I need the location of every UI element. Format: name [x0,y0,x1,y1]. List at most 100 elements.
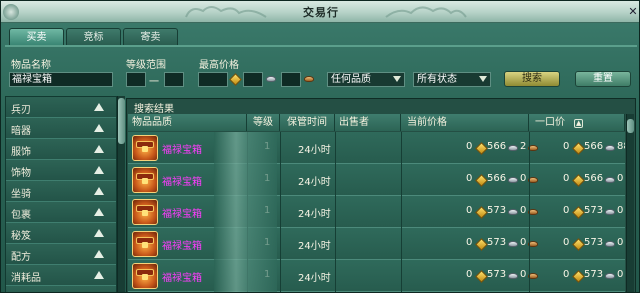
max-silver-input[interactable] [243,72,263,87]
level-range-label: 等级范围 [126,60,166,71]
column-header-level[interactable]: 等级 [247,114,280,131]
chest-lock [142,146,148,152]
treasure-chest-icon[interactable] [132,199,158,225]
current-silver: 566 [487,141,507,152]
tab-consign[interactable]: 寄卖 [123,28,178,45]
triangle-up-icon[interactable] [94,250,104,258]
column-header-buyout[interactable]: 一口价 ▲ [529,114,625,131]
current-copper: 0 [520,237,527,248]
column-separator [280,132,281,292]
current-silver: 573 [487,237,507,248]
buyout-silver: 573 [584,205,604,216]
buyout-copper: 0 [617,237,624,248]
treasure-chest-icon[interactable] [132,167,158,193]
buyout-gold: 0 [563,269,570,280]
row-background [128,164,625,195]
quality-value: 任何品质 [331,74,371,85]
title-bar[interactable]: 交易行 ✕ [1,1,639,23]
tab-buy-sell[interactable]: 买卖 [9,28,64,45]
silver-coin-icon [605,209,615,215]
triangle-up-icon[interactable] [94,103,104,111]
category-item[interactable]: 饰物 [6,160,116,181]
treasure-chest-icon[interactable] [132,263,158,289]
category-label: 暗器 [11,126,31,137]
column-header-current-price[interactable]: 当前价格 [401,114,529,131]
current-copper: 0 [520,173,527,184]
buyout-copper: 0 [617,269,624,280]
triangle-up-icon[interactable] [94,229,104,237]
silver-coin-icon [508,273,518,279]
table-row[interactable]: 福禄宝箱124小时0573005730 [128,196,625,228]
treasure-chest-icon[interactable] [132,135,158,161]
silver-coin-icon [508,209,518,215]
category-label: 兵刃 [11,105,31,116]
results-title: 搜索结果 [134,104,174,115]
category-label: 包裹 [11,210,31,221]
buyout-copper: 88 [617,141,625,152]
silver-coin-icon [605,145,615,151]
tab-bidding[interactable]: 竞标 [66,28,121,45]
silver-coin-icon [605,273,615,279]
category-label: 配方 [11,252,31,263]
window-title: 交易行 [303,6,339,19]
seller-column-highlight [214,132,277,292]
table-row[interactable]: 福禄宝箱124小时05662056688 [128,132,625,164]
chest-lock [142,242,148,248]
column-header-quality[interactable]: 物品品质 [128,114,247,131]
current-gold: 0 [466,173,473,184]
results-scroll-thumb[interactable] [627,119,634,133]
silver-coin-icon [266,76,276,82]
tab-divider [5,45,637,47]
max-gold-input[interactable] [198,72,228,87]
column-separator [529,132,530,292]
triangle-up-icon[interactable] [94,208,104,216]
close-icon[interactable]: ✕ [626,5,639,19]
item-name-input[interactable]: 福禄宝箱 [9,72,113,87]
triangle-up-icon[interactable] [94,271,104,279]
category-item[interactable]: 服饰 [6,139,116,160]
status-select[interactable]: 所有状态 [413,72,491,87]
triangle-up-icon[interactable] [94,166,104,174]
gold-coin-icon [229,73,242,86]
column-header-time[interactable]: 保管时间 [280,114,335,131]
table-row[interactable]: 福禄宝箱124小时0573005730 [128,260,625,292]
results-scrollbar[interactable] [626,114,634,292]
category-item[interactable]: 坐骑 [6,181,116,202]
min-level-input[interactable] [126,72,146,87]
category-scroll-thumb[interactable] [118,98,125,144]
category-item[interactable]: 消耗品 [6,265,116,286]
category-label: 坐骑 [11,189,31,200]
triangle-up-icon[interactable] [94,187,104,195]
buyout-silver: 566 [584,141,604,152]
buyout-gold: 0 [563,141,570,152]
buyout-gold: 0 [563,237,570,248]
category-item[interactable]: 配方 [6,244,116,265]
treasure-chest-icon[interactable] [132,231,158,257]
item-name: 福禄宝箱 [162,273,202,284]
category-item[interactable]: 兵刃 [6,97,116,118]
row-background [128,228,625,259]
category-scrollbar[interactable] [117,96,125,292]
table-row[interactable]: 福禄宝箱124小时0573005730 [128,228,625,260]
current-silver: 573 [487,269,507,280]
current-silver: 566 [487,173,507,184]
category-item[interactable]: 材料 [6,286,116,292]
category-item[interactable]: 秘笈 [6,223,116,244]
category-item[interactable]: 包裹 [6,202,116,223]
max-level-input[interactable] [164,72,184,87]
quality-select[interactable]: 任何品质 [327,72,405,87]
table-row[interactable]: 福禄宝箱124小时0566005660 [128,164,625,196]
column-header-seller[interactable]: 出售者 [335,114,401,131]
triangle-up-icon[interactable] [94,124,104,132]
category-item[interactable]: 暗器 [6,118,116,139]
row-background [128,132,625,163]
column-separator [401,132,402,292]
max-copper-input[interactable] [281,72,301,87]
reset-button[interactable]: 重置 [575,71,631,87]
search-button[interactable]: 搜索 [504,71,560,87]
triangle-up-icon[interactable] [94,145,104,153]
sort-arrow-icon[interactable]: ▲ [574,119,584,128]
max-price-label: 最高价格 [199,60,239,71]
row-background [128,260,625,291]
silver-coin-icon [508,241,518,247]
